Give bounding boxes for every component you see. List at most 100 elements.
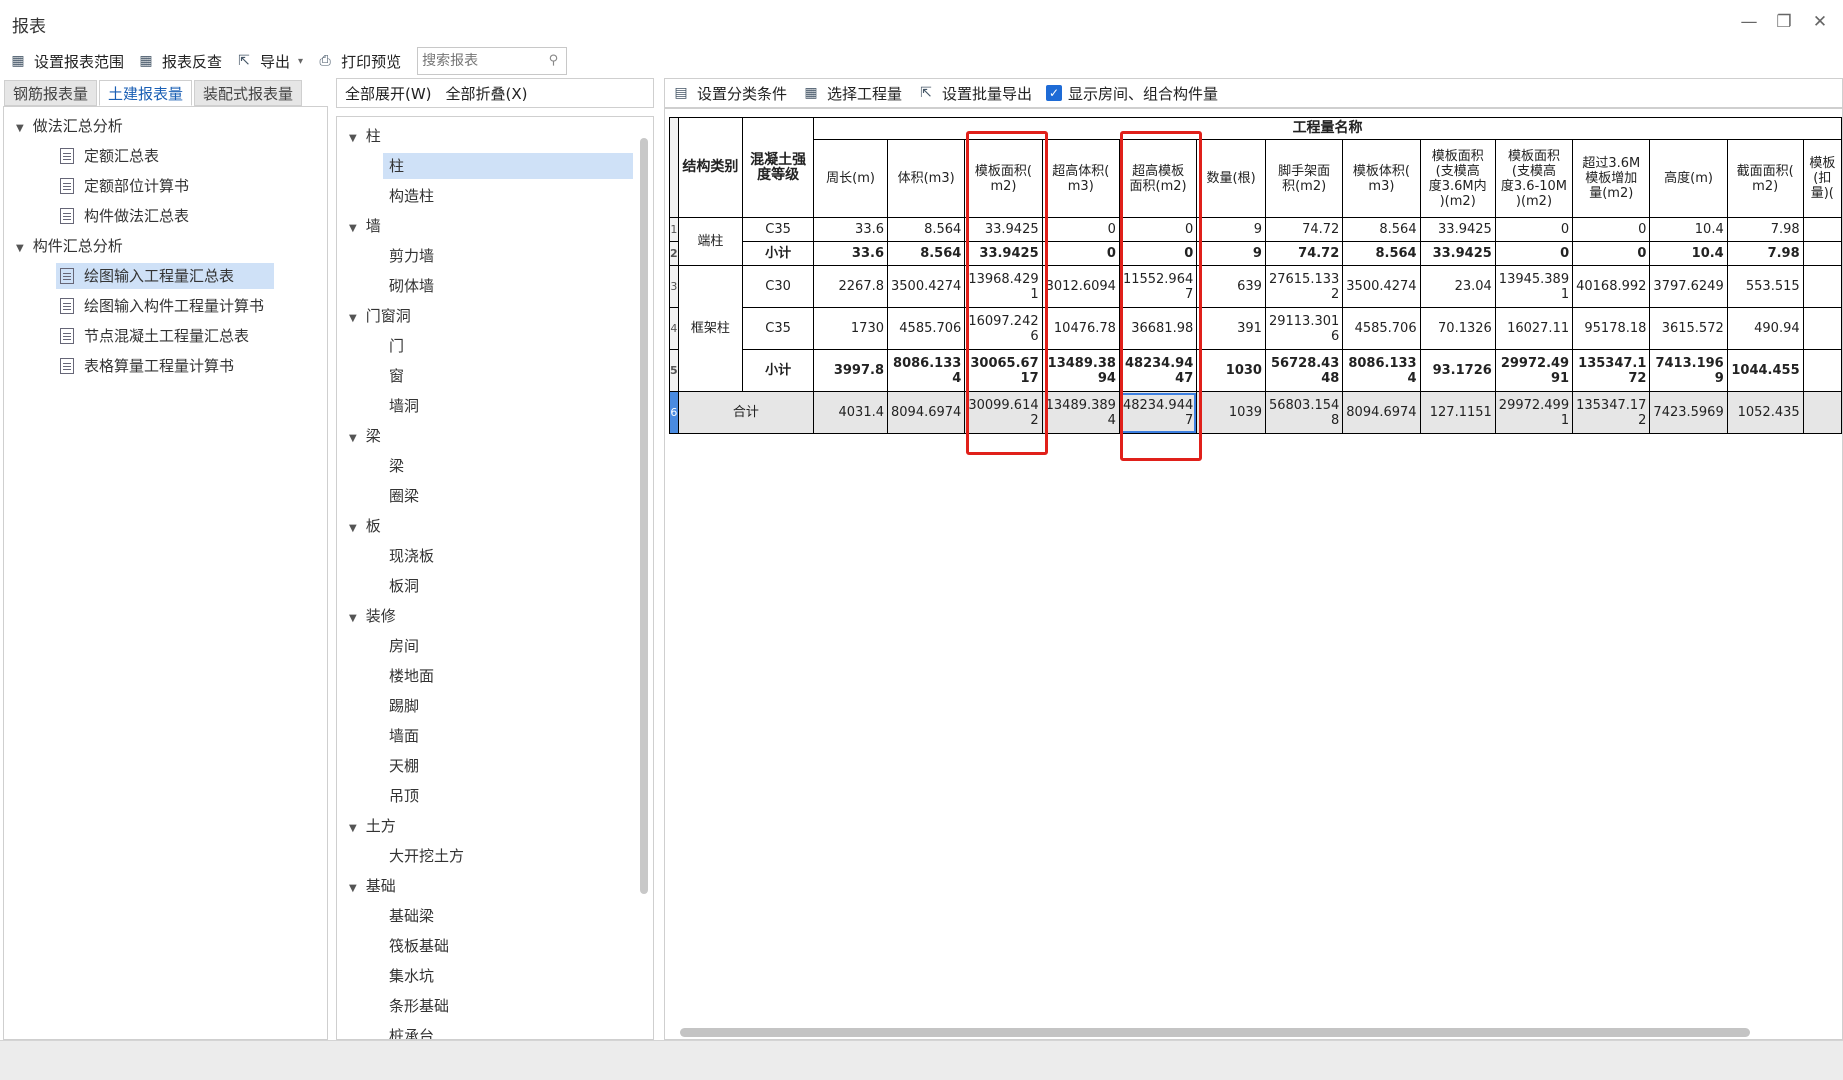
category-tree-panel: ▼ 柱 柱 构造柱 ▼ 墙 剪力墙 砌体墙 ▼ 门窗洞 门 窗 墙洞 ▼ 梁 梁… — [336, 116, 654, 1040]
category-item[interactable]: 天棚 — [389, 753, 419, 779]
category-item[interactable]: 桩承台 — [389, 1023, 434, 1039]
set-range-button[interactable]: ▦ 设置报表范围 — [8, 47, 124, 75]
corner-cell — [669, 117, 679, 218]
category-node[interactable]: ▼ 基础 — [349, 873, 396, 899]
table-row[interactable]: 5 小计 3997.8 8086.133 4 30065.67 17 13489… — [669, 349, 1842, 392]
minimize-icon[interactable]: — — [1737, 12, 1761, 32]
grade-cell[interactable]: C30 — [742, 265, 815, 308]
checkmark-icon[interactable]: ✓ — [1046, 85, 1063, 101]
category-node[interactable]: ▼ 墙 — [349, 213, 381, 239]
collapse-triangle-icon[interactable]: ▼ — [16, 236, 28, 262]
table-search-icon: ▦ — [139, 53, 153, 69]
collapse-triangle-icon[interactable]: ▼ — [349, 306, 361, 332]
classify-button[interactable]: ▤ 设置分类条件 — [671, 83, 787, 104]
category-item[interactable]: 剪力墙 — [389, 243, 434, 269]
category-item[interactable]: 墙洞 — [389, 393, 419, 419]
table-row-total[interactable]: 6 合计 4031.4 8094.6974 30099.614 2 13489.… — [669, 391, 1842, 434]
collapse-triangle-icon[interactable]: ▼ — [349, 216, 361, 242]
category-node[interactable]: ▼ 装修 — [349, 603, 396, 629]
struct-cell[interactable]: 框架柱 — [677, 265, 744, 392]
category-item[interactable]: 梁 — [389, 453, 404, 479]
category-item[interactable]: 现浇板 — [389, 543, 434, 569]
tree-group-label: 构件汇总分析 — [32, 237, 123, 255]
tree-item[interactable]: 表格算量工程量计算书 — [60, 353, 234, 379]
total-label-cell[interactable]: 合计 — [677, 391, 815, 434]
category-node[interactable]: ▼ 板 — [349, 513, 381, 539]
review-label: 报表反查 — [162, 52, 223, 71]
category-item[interactable]: 构造柱 — [389, 183, 434, 209]
tree-group-component[interactable]: ▼ 构件汇总分析 — [16, 233, 123, 259]
print-preview-button[interactable]: ⎙ 打印预览 — [315, 47, 401, 75]
dropdown-icon[interactable]: ▾ — [298, 56, 303, 67]
category-node[interactable]: ▼ 梁 — [349, 423, 381, 449]
grade-cell[interactable]: 小计 — [742, 349, 815, 392]
category-item[interactable]: 窗 — [389, 363, 404, 389]
category-item[interactable]: 砌体墙 — [389, 273, 434, 299]
category-item[interactable]: 筏板基础 — [389, 933, 449, 959]
grade-cell[interactable]: 小计 — [742, 241, 815, 266]
tree-item[interactable]: 定额部位计算书 — [60, 173, 189, 199]
category-item[interactable]: 楼地面 — [389, 663, 434, 689]
collapse-triangle-icon[interactable]: ▼ — [349, 816, 361, 842]
grade-cell[interactable]: C35 — [742, 217, 815, 242]
category-item[interactable]: 集水坑 — [389, 963, 434, 989]
header-cell: 超高体积( m3) — [1041, 139, 1120, 218]
category-item[interactable]: 墙面 — [389, 723, 419, 749]
category-item[interactable]: 大开挖土方 — [389, 843, 464, 869]
review-button[interactable]: ▦ 报表反查 — [136, 47, 222, 75]
grid-icon: ▦ — [804, 85, 818, 101]
tab-prefab[interactable]: 装配式报表量 — [194, 80, 303, 106]
highlight-box-formwork-area — [966, 131, 1048, 455]
table-row[interactable]: 2 小计 33.6 8.564 33.9425 0 0 9 74.72 8.56… — [669, 241, 1842, 266]
collapse-triangle-icon[interactable]: ▼ — [349, 606, 361, 632]
table-row[interactable]: 3 框架柱 C30 2267.8 3500.4274 13968.429 1 3… — [669, 265, 1842, 392]
collapse-all-button[interactable]: 全部折叠(X) — [446, 83, 528, 104]
export-button[interactable]: ⇱ 导出 ▾ — [234, 47, 303, 75]
tree-item[interactable]: 构件做法汇总表 — [60, 203, 189, 229]
tree-item[interactable]: 绘图输入构件工程量计算书 — [60, 293, 264, 319]
close-icon[interactable]: ✕ — [1808, 12, 1832, 32]
search-box[interactable]: ⚲ — [417, 47, 568, 75]
search-icon[interactable]: ⚲ — [549, 53, 559, 68]
highlight-box-overheight-formwork — [1120, 131, 1202, 461]
category-item[interactable]: 房间 — [389, 633, 419, 659]
category-item[interactable]: 圈梁 — [389, 483, 419, 509]
category-item[interactable]: 吊顶 — [389, 783, 419, 809]
expand-all-button[interactable]: 全部展开(W) — [345, 83, 432, 104]
table-row[interactable]: 1 端柱 C35 33.6 8.564 33.9425 0 0 9 74.72 … — [669, 217, 1842, 266]
search-input[interactable] — [418, 48, 539, 74]
vertical-scrollbar[interactable] — [640, 138, 648, 894]
category-item[interactable]: 条形基础 — [389, 993, 449, 1019]
tree-item[interactable]: 定额汇总表 — [60, 143, 159, 169]
main-toolbar: ▦ 设置报表范围 ▦ 报表反查 ⇱ 导出 ▾ ⎙ 打印预览 ⚲ — [0, 44, 1843, 78]
category-item[interactable]: 门 — [389, 333, 404, 359]
grade-cell[interactable]: C35 — [742, 307, 815, 350]
tab-civil[interactable]: 土建报表量 — [99, 80, 193, 106]
horizontal-scrollbar[interactable] — [680, 1028, 1750, 1037]
category-node[interactable]: ▼ 土方 — [349, 813, 396, 839]
select-quantity-button[interactable]: ▦ 选择工程量 — [801, 83, 902, 104]
batch-export-button[interactable]: ⇱ 设置批量导出 — [916, 83, 1032, 104]
collapse-triangle-icon[interactable]: ▼ — [16, 116, 28, 142]
category-node[interactable]: ▼ 门窗洞 — [349, 303, 411, 329]
status-bar — [0, 1040, 1843, 1080]
collapse-triangle-icon[interactable]: ▼ — [349, 126, 361, 152]
category-item-selected[interactable]: 柱 — [383, 153, 633, 179]
show-rooms-checkbox[interactable]: ✓ 显示房间、组合构件量 — [1046, 83, 1218, 104]
collapse-triangle-icon[interactable]: ▼ — [349, 876, 361, 902]
struct-cell[interactable]: 端柱 — [677, 217, 744, 266]
table-row[interactable]: 4 C35 1730 4585.706 16097.242 6 10476.78… — [669, 307, 1842, 350]
tab-rebar[interactable]: 钢筋报表量 — [4, 80, 98, 106]
document-icon — [60, 178, 74, 194]
category-node[interactable]: ▼ 柱 — [349, 123, 381, 149]
tree-group-method[interactable]: ▼ 做法汇总分析 — [16, 113, 123, 139]
tree-item-selected[interactable]: 绘图输入工程量汇总表 — [56, 263, 274, 289]
header-struct: 结构类别 — [677, 117, 744, 218]
category-item[interactable]: 板洞 — [389, 573, 419, 599]
restore-icon[interactable]: ❐ — [1772, 12, 1796, 32]
category-item[interactable]: 踢脚 — [389, 693, 419, 719]
tree-item[interactable]: 节点混凝土工程量汇总表 — [60, 323, 249, 349]
category-item[interactable]: 基础梁 — [389, 903, 434, 929]
collapse-triangle-icon[interactable]: ▼ — [349, 426, 361, 452]
collapse-triangle-icon[interactable]: ▼ — [349, 516, 361, 542]
